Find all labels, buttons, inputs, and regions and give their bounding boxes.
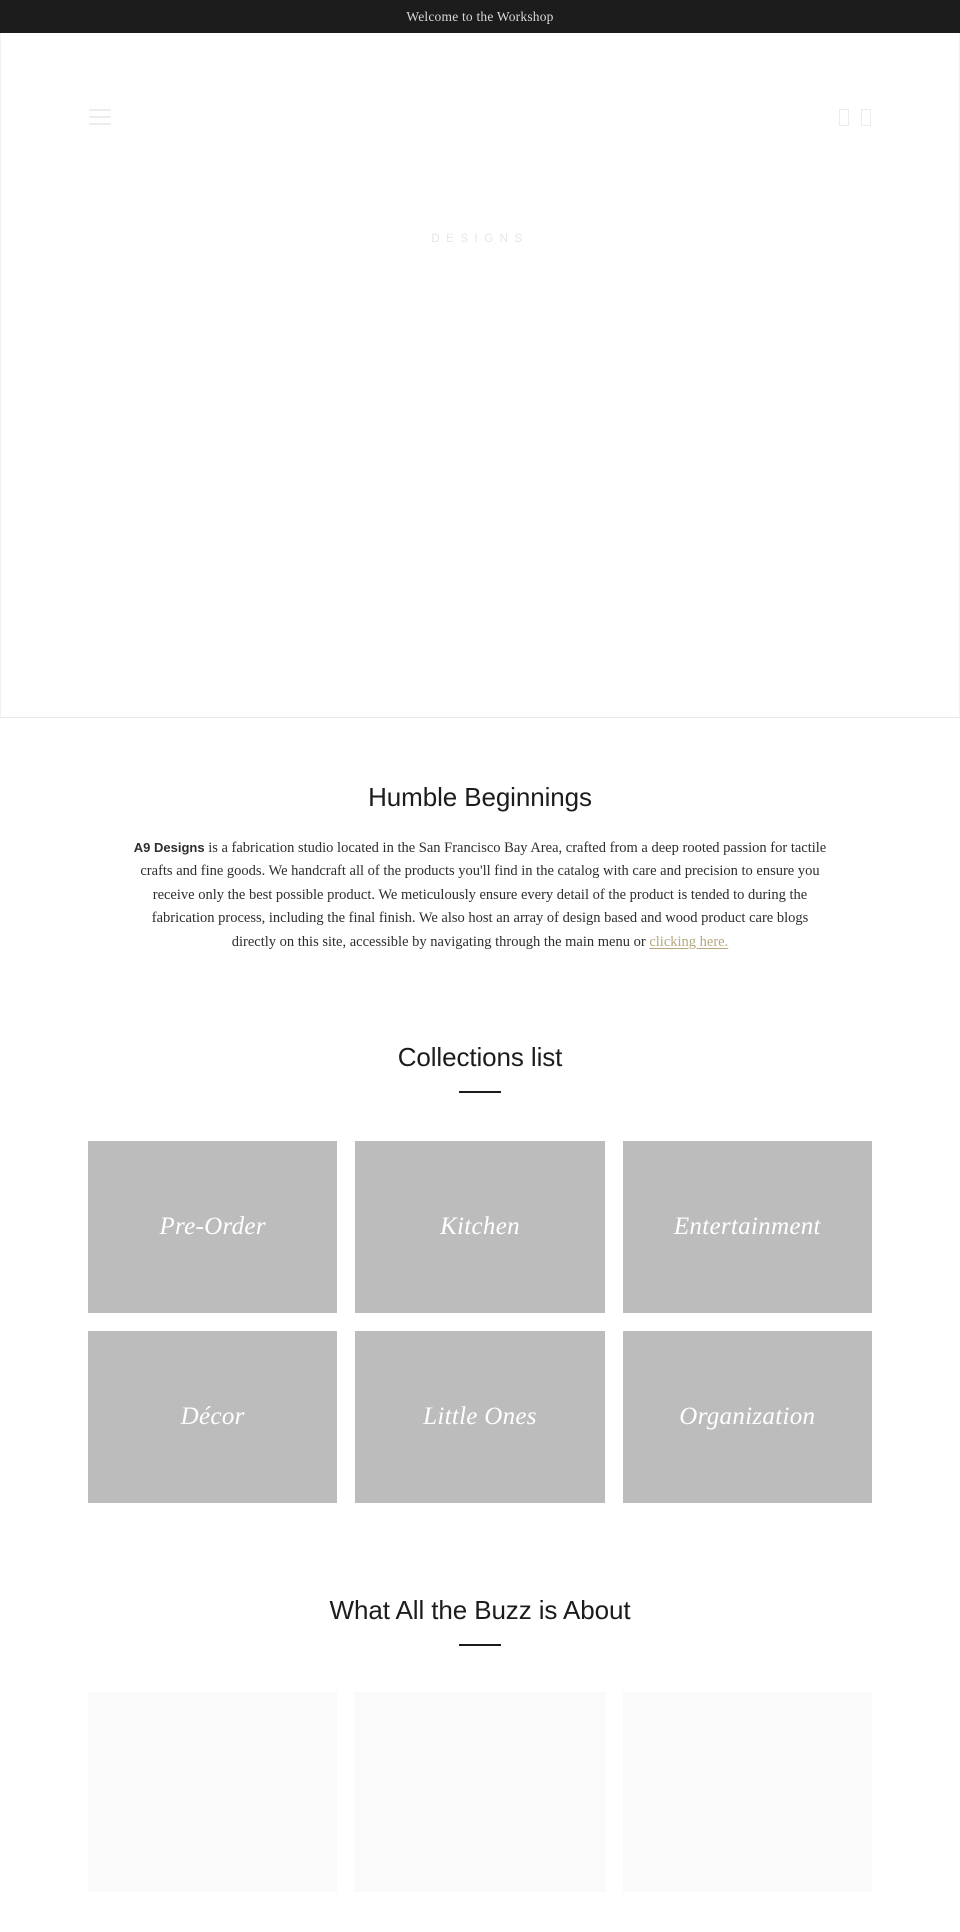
section-divider [459,1091,501,1094]
site-header [1,33,959,193]
hamburger-bar [89,116,111,118]
site-logo-text: DESIGNS [431,233,529,245]
collection-tile[interactable]: Décor [88,1331,338,1504]
about-lead: A9 Designs [133,840,205,855]
collections-grid: Pre-Order Kitchen Entertainment Décor Li… [88,1141,872,1504]
about-blog-link[interactable]: clicking here. [649,934,728,950]
section-divider [459,1644,501,1647]
collection-tile-label: Kitchen [440,1213,520,1241]
collection-tile[interactable]: Little Ones [355,1331,605,1504]
about-paragraph: A9 Designs is a fabrication studio locat… [130,837,830,954]
hamburger-menu-icon[interactable] [89,109,111,125]
about-title: Humble Beginnings [368,782,592,812]
buzz-title: What All the Buzz is About [329,1595,631,1626]
collections-section: Collections list Pre-Order Kitchen Enter… [0,954,960,1504]
blog-card-grid [88,1692,872,1932]
blog-card[interactable] [622,1692,872,1893]
collection-tile-label: Little Ones [423,1403,537,1431]
collection-tile[interactable]: Pre-Order [88,1141,338,1314]
collection-tile-label: Organization [679,1403,816,1431]
announcement-text: Welcome to the Workshop [406,8,554,24]
header-actions [839,108,871,126]
blog-card[interactable] [88,1692,338,1893]
announcement-bar: Welcome to the Workshop [0,0,960,33]
hamburger-bar [89,109,111,111]
collection-tile-label: Pre-Order [159,1213,266,1241]
blog-card[interactable] [355,1692,605,1893]
collection-tile[interactable]: Entertainment [622,1141,872,1314]
buzz-section: What All the Buzz is About [0,1503,960,1932]
collections-title: Collections list [397,1042,563,1073]
collection-tile[interactable]: Organization [622,1331,872,1504]
collection-tile-label: Entertainment [673,1213,821,1241]
cart-icon[interactable] [861,108,871,126]
hero-section: DESIGNS [0,33,960,718]
collection-tile-label: Décor [180,1403,245,1431]
hamburger-bar [89,123,111,125]
about-section: Humble Beginnings A9 Designs is a fabric… [0,718,960,954]
search-icon[interactable] [839,108,849,126]
site-logo[interactable]: DESIGNS [1,229,959,247]
collection-tile[interactable]: Kitchen [355,1141,605,1314]
